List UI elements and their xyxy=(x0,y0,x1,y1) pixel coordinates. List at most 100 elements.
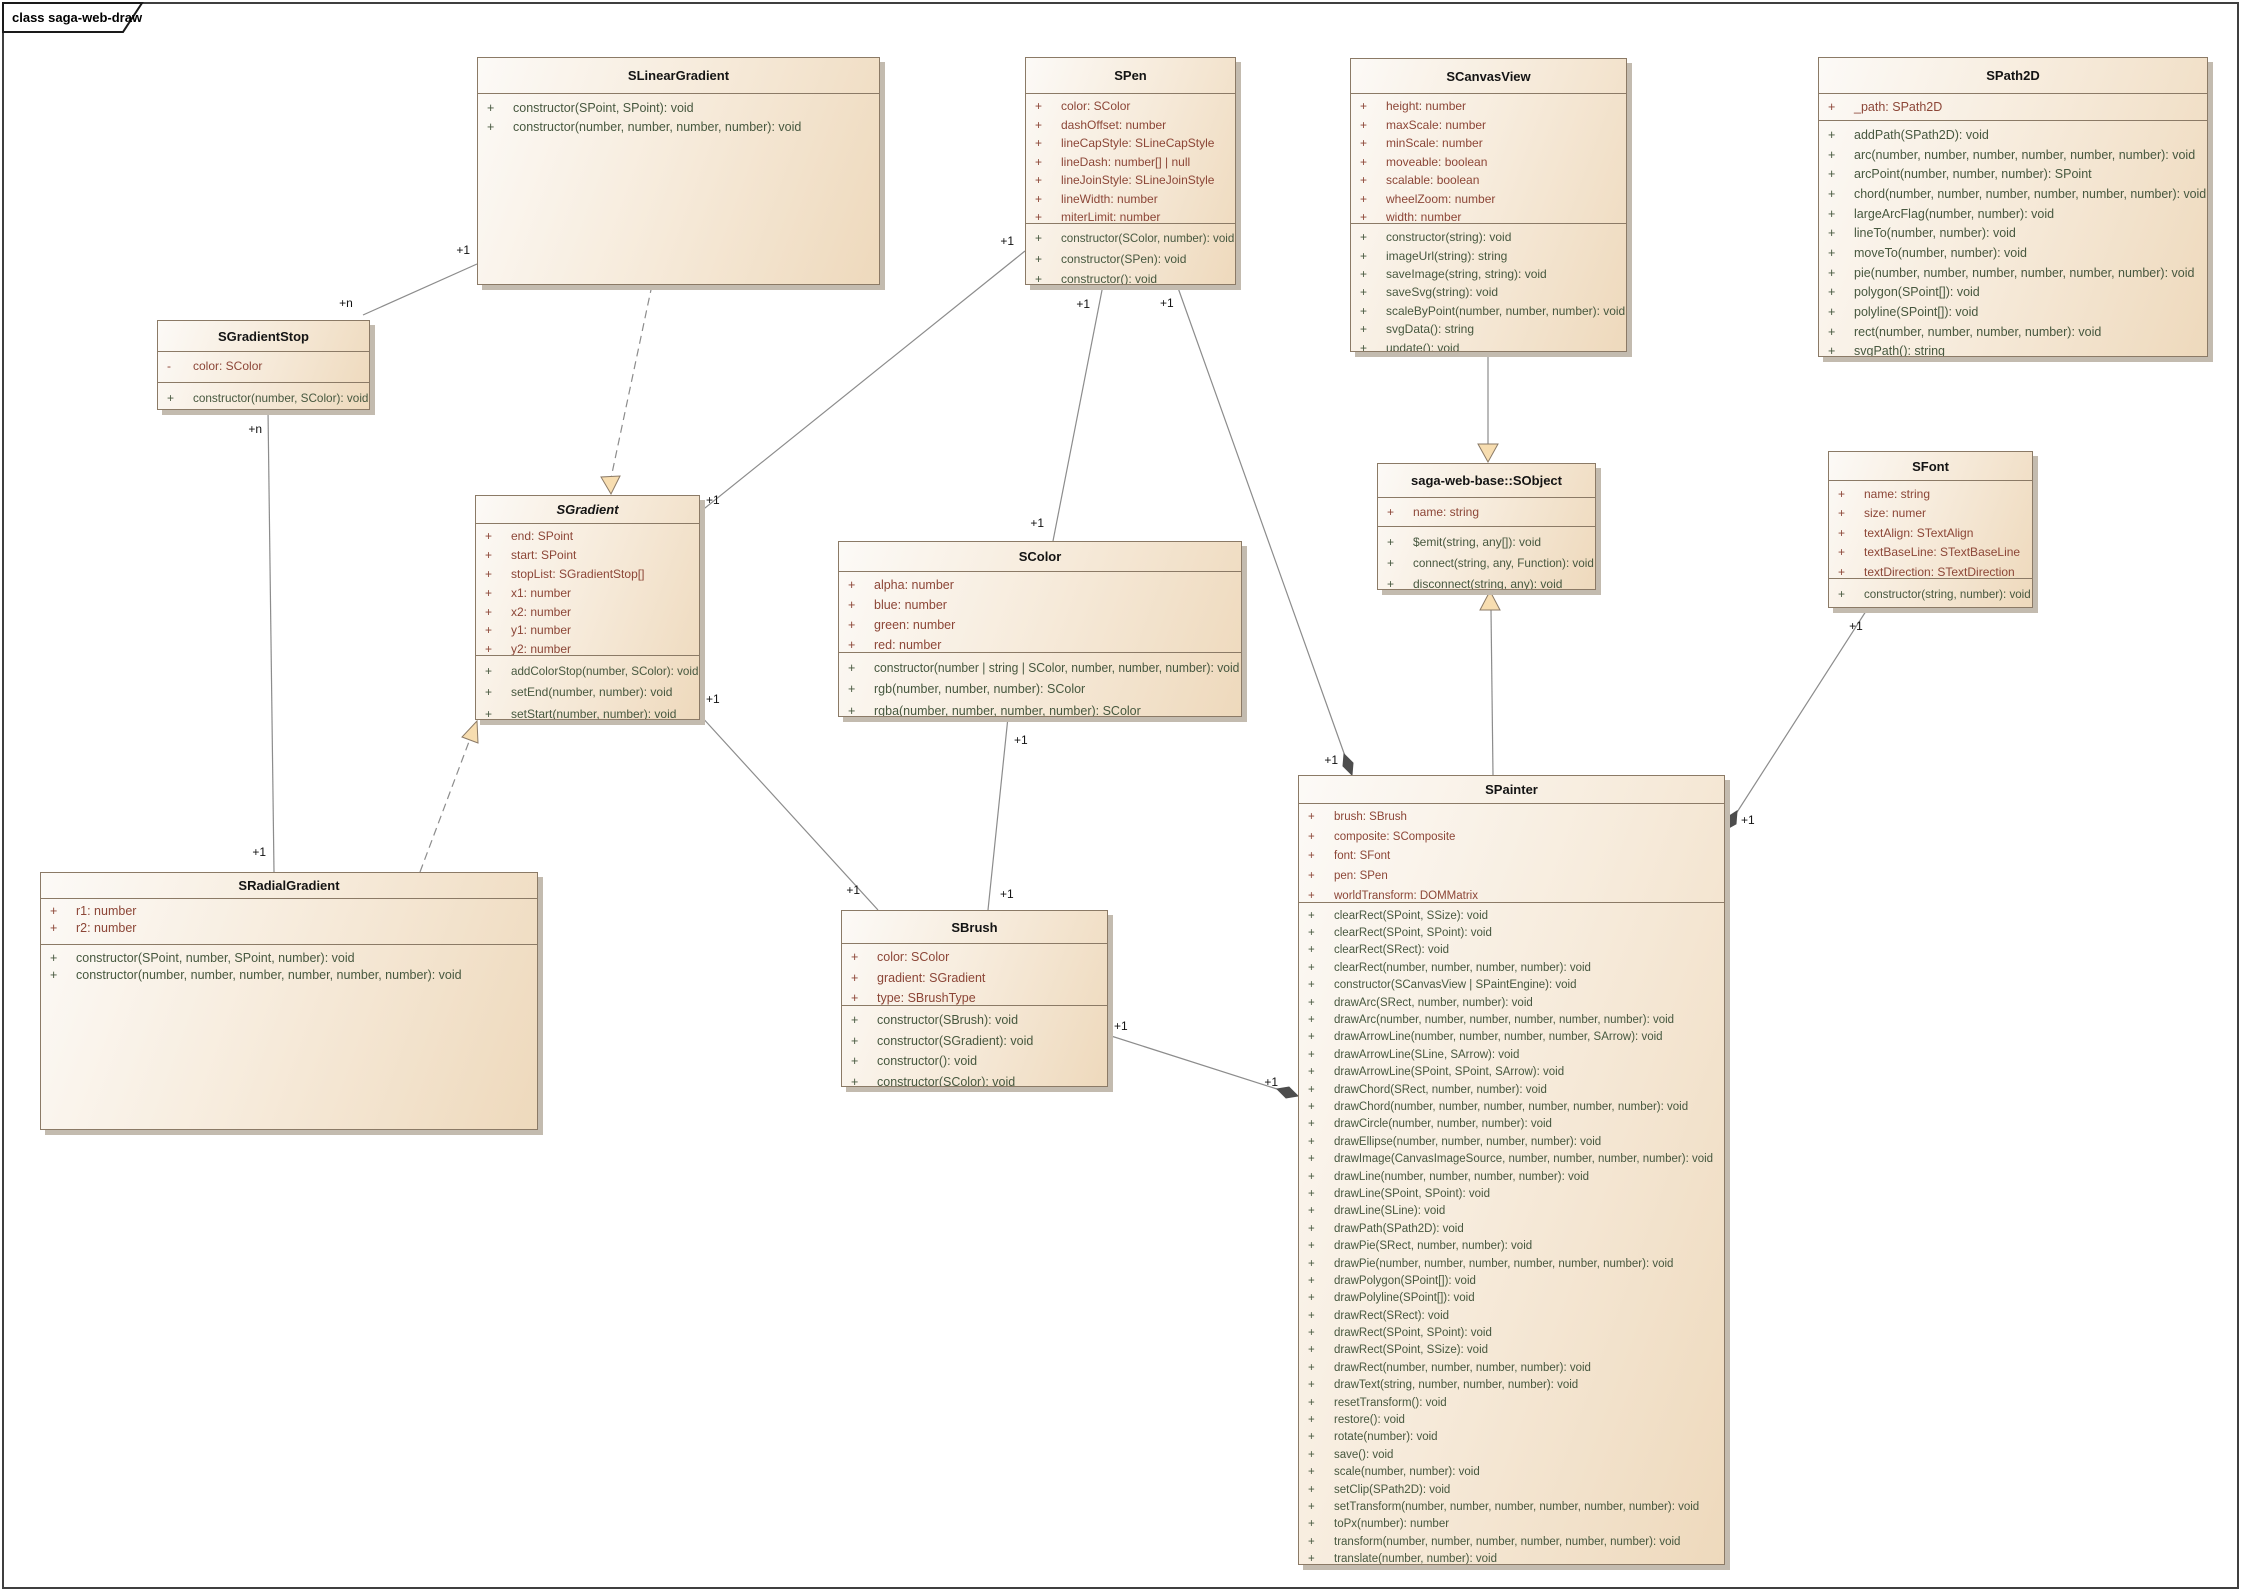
attribute-signature: end: SPoint xyxy=(511,529,573,543)
attribute-row: +font: SFont xyxy=(1299,847,1724,867)
visibility-marker: + xyxy=(1299,962,1334,974)
operation-row: +disconnect(string, any): void xyxy=(1378,573,1595,589)
operation-row: +constructor(SColor): void xyxy=(842,1072,1107,1087)
class-box-sobject[interactable]: saga-web-base::SObject+name: string+$emi… xyxy=(1377,463,1596,590)
class-title: saga-web-base::SObject xyxy=(1378,464,1595,498)
realization-slineargradient-sgradient[interactable] xyxy=(611,285,652,478)
multiplicity-label: +n xyxy=(248,422,262,436)
visibility-marker: + xyxy=(1026,231,1061,245)
operation-row: +constructor(string): void xyxy=(1351,228,1626,246)
attribute-row: +color: SColor xyxy=(1026,97,1235,116)
association-slineargradient-sgradientstop[interactable] xyxy=(363,264,477,315)
visibility-marker: + xyxy=(1351,99,1386,113)
visibility-marker: + xyxy=(476,567,511,581)
composition-sbrush-spainter[interactable] xyxy=(1108,1035,1280,1090)
attribute-signature: r1: number xyxy=(76,904,136,918)
operation-signature: drawEllipse(number, number, number, numb… xyxy=(1334,1136,1601,1148)
visibility-marker: + xyxy=(1299,944,1334,956)
visibility-marker: + xyxy=(1299,1014,1334,1026)
attribute-signature: _path: SPath2D xyxy=(1854,100,1942,114)
generalization-spainter-sobject[interactable] xyxy=(1491,610,1493,775)
operation-signature: drawArc(SRect, number, number): void xyxy=(1334,997,1533,1009)
class-box-sgradient[interactable]: SGradient+end: SPoint+start: SPoint+stop… xyxy=(475,495,700,720)
operation-signature: constructor(number, number, number, numb… xyxy=(76,968,462,982)
operation-signature: constructor(SGradient): void xyxy=(877,1034,1033,1048)
attribute-row: +wheelZoom: number xyxy=(1351,190,1626,209)
composition-sfont-spainter[interactable] xyxy=(1732,608,1868,820)
attributes-compartment: +_path: SPath2D xyxy=(1819,94,2207,121)
class-box-sgradientstop[interactable]: SGradientStop-color: SColor+constructor(… xyxy=(157,320,370,410)
visibility-marker: + xyxy=(1351,267,1386,281)
visibility-marker: + xyxy=(1351,341,1386,351)
multiplicity-label: +1 xyxy=(1030,516,1044,530)
operation-signature: drawArrowLine(number, number, number, nu… xyxy=(1334,1031,1663,1043)
operation-row: +drawEllipse(number, number, number, num… xyxy=(1299,1133,1724,1150)
class-box-spen[interactable]: SPen+color: SColor+dashOffset: number+li… xyxy=(1025,57,1236,285)
visibility-marker: + xyxy=(1351,322,1386,336)
visibility-marker: + xyxy=(1026,192,1061,206)
operation-row: +largeArcFlag(number, number): void xyxy=(1819,204,2207,224)
visibility-marker: + xyxy=(1299,1536,1334,1548)
operation-row: +drawArc(number, number, number, number,… xyxy=(1299,1011,1724,1028)
visibility-marker: + xyxy=(1299,1397,1334,1409)
association-sgradient-spen[interactable] xyxy=(700,251,1025,512)
class-box-slineargradient[interactable]: SLinearGradient+constructor(SPoint, SPoi… xyxy=(477,57,880,285)
attribute-signature: miterLimit: number xyxy=(1061,210,1160,224)
attributes-compartment: +color: SColor+dashOffset: number+lineCa… xyxy=(1026,94,1235,224)
operation-signature: drawRect(SRect): void xyxy=(1334,1310,1449,1322)
association-spen-scolor[interactable] xyxy=(1053,285,1103,541)
visibility-marker: + xyxy=(1299,1101,1334,1113)
operation-row: +clearRect(SPoint, SPoint): void xyxy=(1299,924,1724,941)
operation-row: +imageUrl(string): string xyxy=(1351,246,1626,264)
operation-row: +moveTo(number, number): void xyxy=(1819,243,2207,263)
operation-row: +constructor(): void xyxy=(842,1051,1107,1072)
operation-signature: largeArcFlag(number, number): void xyxy=(1854,207,2054,221)
visibility-marker: + xyxy=(476,529,511,543)
visibility-marker: + xyxy=(1819,246,1854,260)
class-title: SRadialGradient xyxy=(41,873,537,899)
visibility-marker: + xyxy=(1026,252,1061,266)
operation-row: +save(): void xyxy=(1299,1446,1724,1463)
visibility-marker: - xyxy=(158,359,193,373)
multiplicity-label: +1 xyxy=(846,883,860,897)
operation-row: +constructor(number, number, number, num… xyxy=(41,967,537,985)
attribute-row: +type: SBrushType xyxy=(842,988,1107,1006)
visibility-marker: + xyxy=(839,598,874,612)
visibility-marker: + xyxy=(839,618,874,632)
attribute-row: +miterLimit: number xyxy=(1026,208,1235,224)
visibility-marker: + xyxy=(1829,545,1864,559)
attribute-row: +blue: number xyxy=(839,595,1241,615)
class-box-scolor[interactable]: SColor+alpha: number+blue: number+green:… xyxy=(838,541,1242,717)
visibility-marker: + xyxy=(1299,1188,1334,1200)
class-box-sbrush[interactable]: SBrush+color: SColor+gradient: SGradient… xyxy=(841,910,1108,1087)
visibility-marker: + xyxy=(1351,230,1386,244)
visibility-marker: + xyxy=(1299,1553,1334,1564)
association-sgradient-sbrush[interactable] xyxy=(700,715,878,910)
attribute-row: +alpha: number xyxy=(839,575,1241,595)
attribute-row: +r2: number xyxy=(41,920,537,938)
class-box-sradialgradient[interactable]: SRadialGradient +r1: number +r2: number +co… xyxy=(40,872,538,1130)
multiplicity-label: +1 xyxy=(1114,1019,1128,1033)
operations-compartment: +constructor(number, SColor): void xyxy=(158,383,369,409)
class-box-spath2d[interactable]: SPath2D+_path: SPath2D+addPath(SPath2D):… xyxy=(1818,57,2208,357)
visibility-marker: + xyxy=(1299,1275,1334,1287)
operation-signature: drawRect(SPoint, SSize): void xyxy=(1334,1344,1488,1356)
association-scolor-sbrush[interactable] xyxy=(988,717,1008,910)
operation-row: +polyline(SPoint[]): void xyxy=(1819,302,2207,322)
visibility-marker: + xyxy=(476,623,511,637)
operation-row: +restore(): void xyxy=(1299,1411,1724,1428)
visibility-marker: + xyxy=(41,904,76,918)
visibility-marker: + xyxy=(1299,831,1334,843)
class-box-scanvasview[interactable]: SCanvasView+height: number+maxScale: num… xyxy=(1350,58,1627,352)
attribute-row: +lineJoinStyle: SLineJoinStyle xyxy=(1026,171,1235,190)
visibility-marker: + xyxy=(158,391,193,405)
composition-diamond-icon xyxy=(1277,1087,1298,1098)
realization-sradialgradient-sgradient[interactable] xyxy=(420,739,470,872)
class-box-spainter[interactable]: SPainter+brush: SBrush+composite: SCompo… xyxy=(1298,775,1725,1565)
visibility-marker: + xyxy=(1351,304,1386,318)
operation-row: +drawLine(SLine): void xyxy=(1299,1203,1724,1220)
class-box-sfont[interactable]: SFont+name: string+size: numer+textAlign… xyxy=(1828,451,2033,608)
association-sradialgradient-sgradientstop[interactable] xyxy=(268,410,274,872)
visibility-marker: + xyxy=(1829,587,1864,601)
operation-row: +setTransform(number, number, number, nu… xyxy=(1299,1498,1724,1515)
